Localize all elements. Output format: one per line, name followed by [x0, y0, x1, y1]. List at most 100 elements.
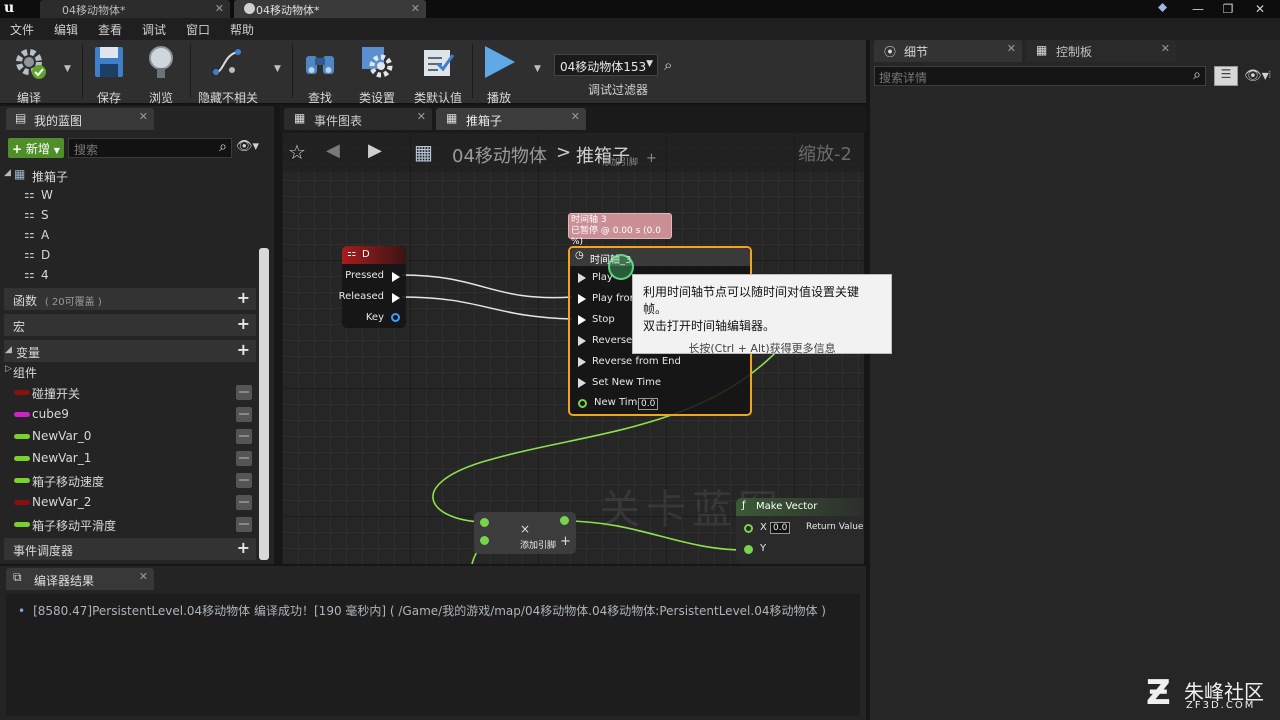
unreal-logo-icon[interactable]: u [4, 0, 22, 18]
section-functions[interactable]: 函数 ( 20可覆盖 ) + [4, 288, 256, 310]
add-function-plus-icon[interactable]: + [237, 288, 250, 307]
variable-row[interactable]: NewVar_2 [0, 493, 256, 513]
pin-play-from-start[interactable] [578, 294, 586, 304]
tab-details[interactable]: ⦿ 细节 ✕ [874, 40, 1022, 62]
pin-play[interactable] [578, 273, 586, 283]
x-value-input[interactable]: 0.0 [770, 522, 791, 534]
close-icon[interactable]: ✕ [1007, 42, 1016, 55]
minimize-button[interactable]: — [1184, 0, 1212, 18]
play-options-dropdown[interactable]: ▼ [534, 64, 541, 74]
browse-button[interactable]: 浏览 [140, 42, 182, 105]
view-options-button[interactable]: ☰ [1214, 66, 1238, 86]
add-pin-node[interactable]: × 添加引脚 + [474, 512, 576, 554]
pin-pressed[interactable] [392, 272, 400, 282]
compiler-log[interactable]: • [8580.47]PersistentLevel.04移动物体 编译成功！[1… [6, 594, 860, 716]
tab-compiler-results[interactable]: ⧉ 编译器结果 ✕ [6, 568, 154, 590]
find-button[interactable]: 查找 [300, 42, 340, 105]
menu-window[interactable]: 窗口 [186, 21, 210, 38]
add-event-dispatcher-plus-icon[interactable]: + [237, 538, 250, 557]
variable-visibility-icon[interactable] [236, 495, 252, 510]
pin-released[interactable] [392, 293, 400, 303]
tab-palette[interactable]: ▦ 控制板 ✕ [1026, 40, 1176, 62]
graph-icon: ▦ [446, 111, 458, 125]
back-arrow-icon[interactable]: ◀ [326, 140, 340, 161]
variable-row[interactable]: 箱子移动平滑度 [0, 515, 256, 535]
pin-new-time[interactable] [578, 399, 587, 408]
section-event-dispatchers[interactable]: 事件调度器 + [4, 538, 256, 560]
visibility-eye-icon[interactable]: 👁▾ [236, 139, 259, 154]
add-pin-label[interactable]: 添加引脚 [520, 538, 556, 551]
hide-unrelated-button[interactable]: 隐藏不相关 [196, 42, 260, 105]
section-macros[interactable]: 宏 + [4, 314, 256, 336]
variable-row[interactable]: 碰撞开关 [0, 383, 256, 403]
new-time-value-input[interactable]: 0.0 [638, 398, 659, 410]
blueprint-scrollbar[interactable] [259, 248, 269, 560]
variable-row[interactable]: cube9 [0, 405, 256, 425]
tab-my-blueprint[interactable]: ▤ 我的蓝图 ✕ [6, 108, 154, 130]
compile-button[interactable]: 编译 [6, 42, 52, 105]
variable-visibility-icon[interactable] [236, 451, 252, 466]
close-icon[interactable]: ✕ [411, 2, 420, 15]
class-defaults-label: 类默认值 [413, 91, 462, 105]
close-icon[interactable]: ✕ [571, 110, 580, 123]
forward-arrow-icon[interactable]: ▶ [368, 140, 382, 161]
tab-event-graph[interactable]: ▦ 事件图表 ✕ [284, 108, 432, 130]
variable-visibility-icon[interactable] [236, 429, 252, 444]
pin-key[interactable] [391, 313, 400, 322]
tab-event-graph-label: 事件图表 [314, 114, 363, 128]
close-icon[interactable]: ✕ [1161, 42, 1170, 55]
menu-file[interactable]: 文件 [10, 21, 34, 38]
pin-stop[interactable] [578, 315, 586, 325]
close-icon[interactable]: ✕ [139, 570, 148, 583]
debug-object-select[interactable]: 04移动物体153 ▼ [554, 54, 658, 76]
input-pin[interactable] [480, 536, 489, 545]
class-settings-button[interactable]: 类设置 [356, 42, 398, 105]
variable-visibility-icon[interactable] [236, 517, 252, 532]
add-variable-plus-icon[interactable]: + [237, 340, 250, 359]
close-window-button[interactable]: ✕ [1246, 0, 1274, 18]
make-vector-node[interactable]: ƒ Make Vector X 0.0 Return Value Y [736, 498, 864, 564]
maximize-button[interactable]: ❐ [1214, 0, 1242, 18]
section-variables[interactable]: ◢ 变量 + [4, 340, 256, 362]
variable-visibility-icon[interactable] [236, 407, 252, 422]
details-search-input[interactable]: 搜索详情 ⌕ [874, 66, 1206, 86]
pin-x[interactable] [744, 524, 753, 533]
play-button[interactable]: 播放 [478, 42, 520, 105]
document-tab-1[interactable]: 04移动物体* ✕ [40, 0, 230, 18]
add-macro-plus-icon[interactable]: + [237, 314, 250, 333]
debug-search-icon[interactable]: ⌕ [664, 56, 672, 74]
save-button[interactable]: 保存 [90, 42, 128, 105]
variable-visibility-icon[interactable] [236, 385, 252, 400]
close-icon[interactable]: ✕ [215, 2, 224, 15]
add-new-button[interactable]: + 新增 ▼ [8, 138, 64, 158]
key-d-node[interactable]: ⚏ D Pressed Released Key [339, 246, 406, 328]
input-pin[interactable] [480, 518, 489, 527]
close-icon[interactable]: ✕ [139, 110, 148, 123]
visibility-eye-icon[interactable]: 👁▾ [1244, 68, 1269, 84]
menu-debug[interactable]: 调试 [142, 21, 166, 38]
close-icon[interactable]: ✕ [417, 110, 426, 123]
class-defaults-button[interactable]: 类默认值 [412, 42, 464, 105]
favorite-star-icon[interactable]: ☆ [288, 140, 306, 164]
output-pin[interactable] [560, 516, 569, 525]
variable-visibility-icon[interactable] [236, 473, 252, 488]
breadcrumb-root[interactable]: 04移动物体 [452, 142, 547, 168]
pin-reverse-from-end[interactable] [578, 357, 586, 367]
tab-push-box[interactable]: ▦ 推箱子 ✕ [436, 108, 586, 130]
variable-row[interactable]: NewVar_0 [0, 427, 256, 447]
hide-unrelated-dropdown[interactable]: ▼ [274, 64, 281, 74]
blueprint-search-input[interactable]: 搜索 ⌕ [68, 138, 232, 158]
pin-reverse[interactable] [578, 336, 586, 346]
document-tab-2[interactable]: 04移动物体* ✕ [234, 0, 426, 18]
pin-y[interactable] [744, 545, 753, 554]
compile-options-dropdown[interactable]: ▼ [64, 64, 71, 74]
menu-view[interactable]: 查看 [98, 21, 122, 38]
notification-icon[interactable]: ⬥ [1158, 0, 1167, 15]
menu-help[interactable]: 帮助 [230, 21, 254, 38]
variable-row[interactable]: 箱子移动速度 [0, 471, 256, 491]
variable-row[interactable]: NewVar_1 [0, 449, 256, 469]
compiler-message[interactable]: • [8580.47]PersistentLevel.04移动物体 编译成功！[1… [18, 602, 826, 619]
pin-set-new-time[interactable] [578, 378, 586, 388]
add-pin-top-label[interactable]: 添加引脚 [602, 155, 638, 168]
menu-edit[interactable]: 编辑 [54, 21, 78, 38]
